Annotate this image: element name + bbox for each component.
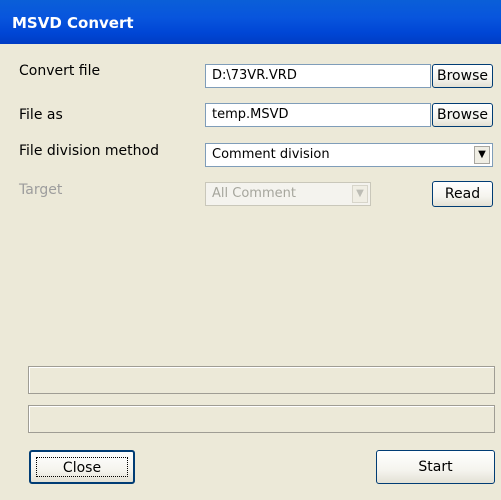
file-as-input[interactable]: temp.MSVD <box>205 103 431 127</box>
target-value: All Comment <box>212 186 296 201</box>
convert-file-label: Convert file <box>19 63 101 79</box>
target-label: Target <box>19 182 63 198</box>
division-method-select[interactable]: Comment division ▼ <box>205 143 493 167</box>
window-title: MSVD Convert <box>12 14 134 32</box>
progress-bar-1 <box>28 366 495 394</box>
division-method-value: Comment division <box>212 147 330 162</box>
file-as-browse-button[interactable]: Browse <box>432 103 493 127</box>
chevron-down-icon[interactable]: ▼ <box>352 185 368 203</box>
title-bar[interactable]: MSVD Convert <box>0 0 501 44</box>
division-method-label: File division method <box>19 143 159 159</box>
chevron-down-icon[interactable]: ▼ <box>474 146 490 164</box>
focus-rectangle <box>36 457 128 477</box>
convert-file-browse-button[interactable]: Browse <box>432 64 493 88</box>
file-as-label: File as <box>19 107 63 123</box>
progress-bar-2 <box>28 405 495 433</box>
close-button[interactable]: Close <box>29 450 135 484</box>
start-button[interactable]: Start <box>376 450 495 484</box>
read-button[interactable]: Read <box>432 181 493 207</box>
target-select[interactable]: All Comment ▼ <box>205 182 371 206</box>
convert-file-input[interactable]: D:\73VR.VRD <box>205 64 431 88</box>
